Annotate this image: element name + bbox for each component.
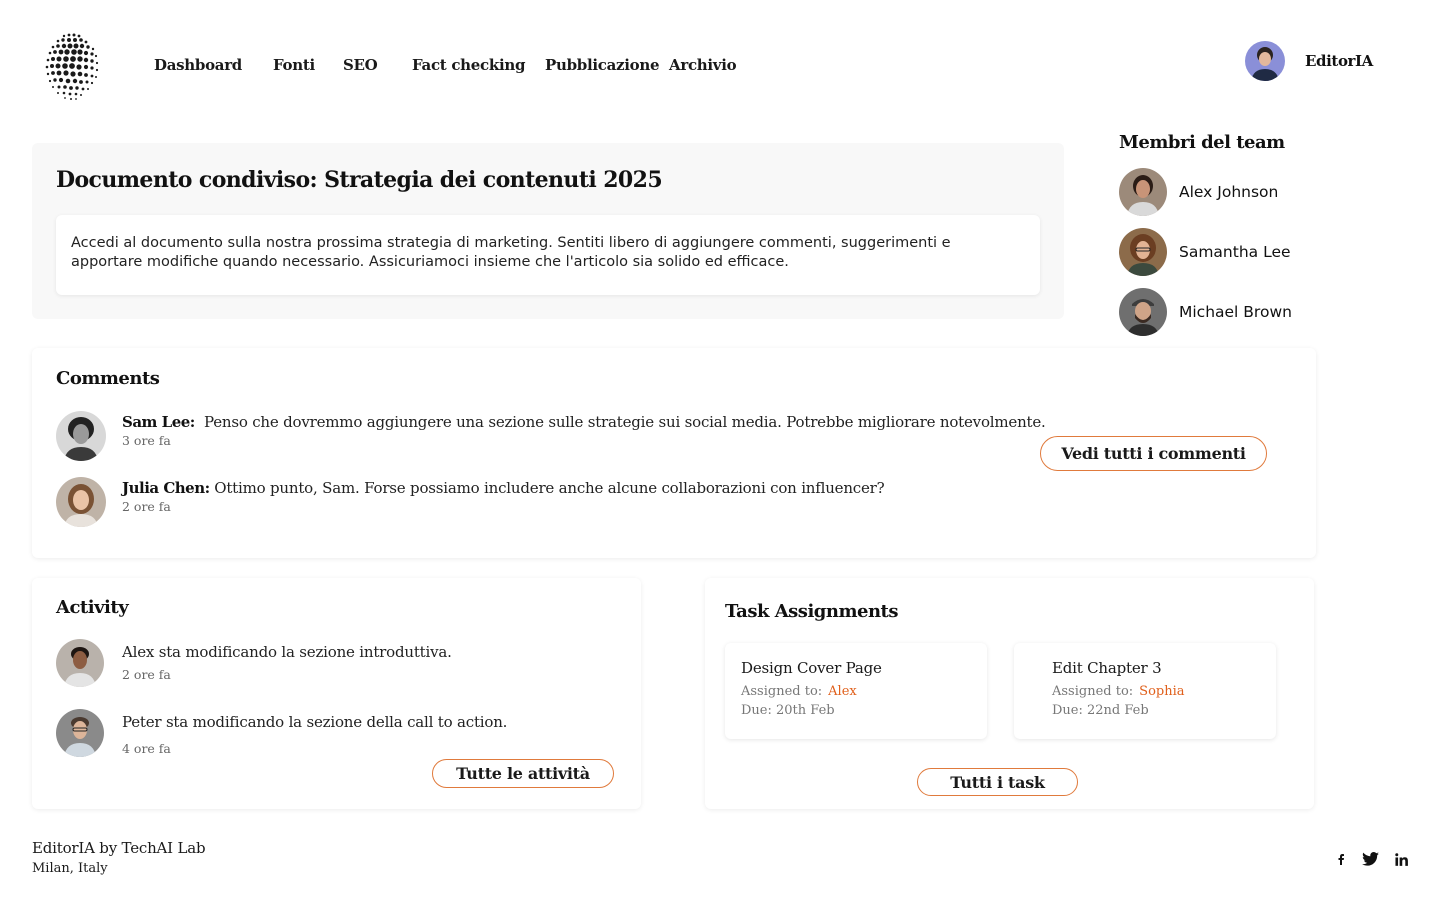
- all-tasks-button[interactable]: Tutti i task: [917, 768, 1078, 796]
- linkedin-icon[interactable]: [1393, 850, 1409, 868]
- task-assignee-line: Assigned to: Sophia: [1052, 684, 1185, 699]
- team-member-name: Michael Brown: [1179, 303, 1292, 321]
- tasks-title: Task Assignments: [725, 601, 898, 622]
- comments-title: Comments: [56, 368, 160, 389]
- task-card[interactable]: Design Cover Page Assigned to: Alex Due: …: [725, 643, 987, 739]
- activity-text: Peter sta modificando la sezione della c…: [122, 713, 508, 731]
- task-title: Design Cover Page: [741, 659, 882, 677]
- all-activities-button[interactable]: Tutte le attività: [432, 759, 614, 788]
- activity-card: Activity Alex sta modificando la sezione…: [32, 578, 641, 809]
- team-member-avatar: [1119, 168, 1167, 216]
- person-avatar-icon: [56, 411, 106, 461]
- logo[interactable]: [44, 30, 102, 102]
- twitter-icon[interactable]: [1360, 850, 1380, 868]
- person-avatar-icon: [1119, 228, 1167, 276]
- nav-fact-checking[interactable]: Fact checking: [412, 56, 525, 74]
- activity-time: 2 ore fa: [122, 667, 171, 682]
- activity-time: 4 ore fa: [122, 741, 171, 756]
- person-avatar-icon: [1119, 288, 1167, 336]
- comment-time: 3 ore fa: [122, 433, 171, 448]
- activity-text: Alex sta modificando la sezione introdut…: [122, 643, 452, 661]
- task-assignee[interactable]: Alex: [828, 684, 857, 699]
- task-assignee[interactable]: Sophia: [1139, 684, 1184, 699]
- team-title: Membri del team: [1119, 132, 1285, 153]
- nav-archivio[interactable]: Archivio: [669, 56, 737, 74]
- nav-pubblicazione[interactable]: Pubblicazione: [545, 56, 659, 74]
- team-member-name: Samantha Lee: [1179, 243, 1291, 261]
- comment-text: Ottimo punto, Sam. Forse possiamo includ…: [214, 479, 885, 497]
- document-title: Documento condiviso: Strategia dei conte…: [56, 167, 663, 193]
- footer-brand: EditorIA by TechAI Lab: [32, 839, 206, 857]
- user-avatar-icon: [1245, 41, 1285, 81]
- task-title: Edit Chapter 3: [1052, 659, 1162, 677]
- view-all-comments-button[interactable]: Vedi tutti i commenti: [1040, 436, 1267, 471]
- person-avatar-icon: [1119, 168, 1167, 216]
- team-member-name: Alex Johnson: [1179, 183, 1279, 201]
- assigned-label: Assigned to:: [741, 684, 823, 699]
- activity-avatar: [56, 639, 104, 687]
- task-card[interactable]: Edit Chapter 3 Assigned to: Sophia Due: 2…: [1014, 643, 1276, 739]
- task-due: Due: 20th Feb: [741, 703, 835, 718]
- assigned-label: Assigned to:: [1052, 684, 1134, 699]
- task-due: Due: 22nd Feb: [1052, 703, 1149, 718]
- user-menu[interactable]: EditorIA: [1245, 41, 1373, 81]
- person-avatar-icon: [56, 639, 104, 687]
- person-avatar-icon: [56, 477, 106, 527]
- team-member[interactable]: Alex Johnson: [1119, 168, 1278, 216]
- facebook-icon[interactable]: [1334, 850, 1348, 868]
- person-avatar-icon: [56, 709, 104, 757]
- comment-text: Penso che dovremmo aggiungere una sezion…: [203, 413, 1046, 431]
- comment-avatar: [56, 411, 106, 461]
- comments-card: Comments Sam Lee: Penso che dovremmo agg…: [32, 348, 1316, 558]
- comment-author: Sam Lee:: [122, 413, 195, 431]
- user-name: EditorIA: [1305, 52, 1373, 70]
- task-assignments-card: Task Assignments Design Cover Page Assig…: [705, 578, 1314, 809]
- team-member-avatar: [1119, 228, 1167, 276]
- user-avatar[interactable]: [1245, 41, 1285, 81]
- comment-time: 2 ore fa: [122, 499, 171, 514]
- sphere-logo-icon: [45, 33, 99, 100]
- activity-title: Activity: [56, 597, 129, 618]
- nav-dashboard[interactable]: Dashboard: [154, 56, 242, 74]
- shared-document-card: Documento condiviso: Strategia dei conte…: [32, 143, 1064, 319]
- nav-fonti[interactable]: Fonti: [273, 56, 315, 74]
- task-assignee-line: Assigned to: Alex: [741, 684, 857, 699]
- team-member-avatar: [1119, 288, 1167, 336]
- nav-seo[interactable]: SEO: [343, 56, 378, 74]
- comment-author: Julia Chen:: [122, 479, 210, 497]
- document-description: Accedi al documento sulla nostra prossim…: [56, 215, 1040, 295]
- activity-avatar: [56, 709, 104, 757]
- comment-avatar: [56, 477, 106, 527]
- footer-location: Milan, Italy: [32, 861, 108, 876]
- team-member[interactable]: Michael Brown: [1119, 288, 1292, 336]
- team-member[interactable]: Samantha Lee: [1119, 228, 1291, 276]
